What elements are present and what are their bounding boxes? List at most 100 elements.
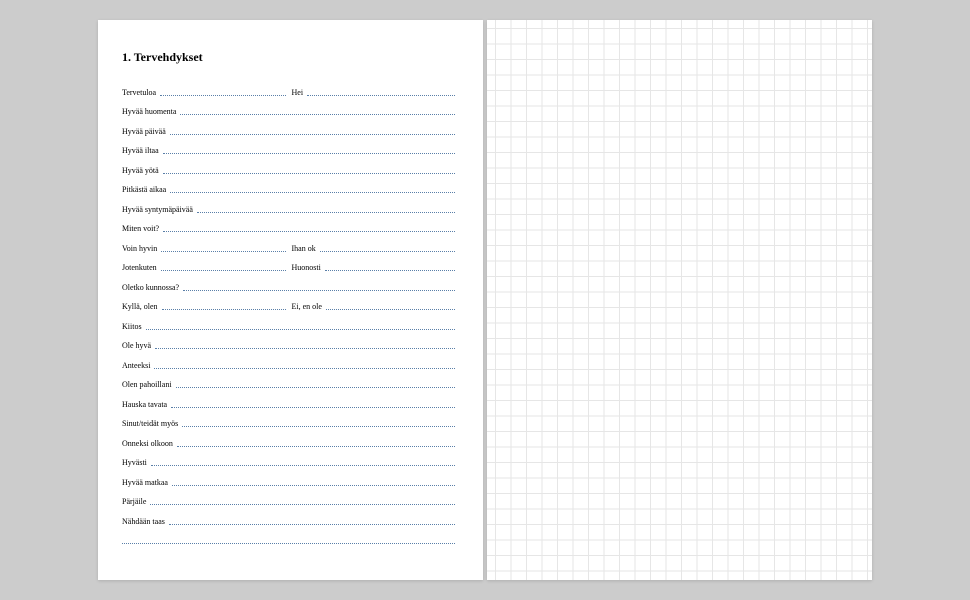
term-label: Kyllä, olen [122, 303, 158, 313]
vocab-row: Onneksi olkoon [122, 430, 455, 450]
vocab-row: Anteeksi [122, 352, 455, 372]
term-label: Onneksi olkoon [122, 440, 173, 450]
term-label: Ihan ok [292, 245, 316, 255]
entry: Ole hyvä [122, 342, 455, 352]
dotted-line [162, 309, 286, 310]
dotted-line [176, 387, 455, 388]
term-label: Oletko kunnossa? [122, 284, 179, 294]
vocab-row: Pitkästä aikaa [122, 177, 455, 197]
vocab-row: Ole hyvä [122, 333, 455, 353]
entry: Hyvästi [122, 459, 455, 469]
dotted-line [180, 114, 455, 115]
entry: Hauska tavata [122, 401, 455, 411]
entry: Tervetuloa [122, 89, 286, 99]
vocab-row: Nähdään taas [122, 508, 455, 528]
dotted-line [171, 407, 455, 408]
dotted-line [326, 309, 455, 310]
vocab-row: Jotenkuten Huonosti [122, 255, 455, 275]
entry: Sinut/teidät myös [122, 420, 455, 430]
vocab-row: Oletko kunnossa? [122, 274, 455, 294]
term-label: Voin hyvin [122, 245, 157, 255]
entry: Kyllä, olen [122, 303, 286, 313]
blank-line [122, 543, 455, 547]
vocabulary-list: Tervetuloa Hei Hyvää huomenta Hyvää päivää H… [122, 79, 455, 547]
vocab-row: Miten voit? [122, 216, 455, 236]
dotted-line [163, 153, 455, 154]
dotted-line [325, 270, 455, 271]
term-label: Pärjäile [122, 498, 146, 508]
term-label: Sinut/teidät myös [122, 420, 178, 430]
dotted-line [155, 348, 455, 349]
term-label: Miten voit? [122, 225, 159, 235]
term-label: Ei, en ole [292, 303, 322, 313]
dotted-line [151, 465, 455, 466]
vocab-row: Olen pahoillani [122, 372, 455, 392]
term-label: Hyvää iltaa [122, 147, 159, 157]
vocab-row: Hyvää syntymäpäivää [122, 196, 455, 216]
dotted-line [183, 290, 455, 291]
entry: Huonosti [292, 264, 456, 274]
entry: Hyvää huomenta [122, 108, 455, 118]
entry: Nähdään taas [122, 518, 455, 528]
term-label: Tervetuloa [122, 89, 156, 99]
term-label: Hauska tavata [122, 401, 167, 411]
entry: Olen pahoillani [122, 381, 455, 391]
dotted-line [177, 446, 455, 447]
entry: Pärjäile [122, 498, 455, 508]
term-label: Ole hyvä [122, 342, 151, 352]
dotted-line [307, 95, 455, 96]
dotted-line [161, 270, 286, 271]
dotted-line [197, 212, 455, 213]
term-label: Hyvää yötä [122, 167, 159, 177]
entry: Oletko kunnossa? [122, 284, 455, 294]
vocab-row: Hyvää matkaa [122, 469, 455, 489]
vocab-row: Hyvää huomenta [122, 99, 455, 119]
entry: Ei, en ole [292, 303, 456, 313]
entry: Ihan ok [292, 245, 456, 255]
page-spread: 1. Tervehdykset Tervetuloa Hei Hyvää huome… [98, 20, 872, 580]
entry: Voin hyvin [122, 245, 286, 255]
vocab-row: Hyvää yötä [122, 157, 455, 177]
term-label: Kiitos [122, 323, 142, 333]
entry: Hyvää päivää [122, 128, 455, 138]
term-label: Hyvää matkaa [122, 479, 168, 489]
term-label: Anteeksi [122, 362, 150, 372]
term-label: Hyvää huomenta [122, 108, 176, 118]
dotted-line [160, 95, 285, 96]
dotted-line [161, 251, 285, 252]
entry: Hyvää yötä [122, 167, 455, 177]
vocab-row: Hauska tavata [122, 391, 455, 411]
dotted-line [170, 192, 455, 193]
vocab-row: Tervetuloa Hei [122, 79, 455, 99]
right-page-grid [487, 20, 872, 580]
dotted-line [163, 231, 455, 232]
dotted-line [170, 134, 455, 135]
dotted-line [146, 329, 455, 330]
entry: Hyvää iltaa [122, 147, 455, 157]
term-label: Jotenkuten [122, 264, 157, 274]
entry: Hei [292, 89, 456, 99]
term-label: Hei [292, 89, 304, 99]
section-heading: 1. Tervehdykset [122, 50, 455, 65]
dotted-line [320, 251, 455, 252]
dotted-line [154, 368, 455, 369]
left-page: 1. Tervehdykset Tervetuloa Hei Hyvää huome… [98, 20, 483, 580]
entry: Onneksi olkoon [122, 440, 455, 450]
vocab-row: Hyvästi [122, 450, 455, 470]
vocab-row: Pärjäile [122, 489, 455, 509]
vocab-row: Voin hyvin Ihan ok [122, 235, 455, 255]
vocab-row: Kyllä, olen Ei, en ole [122, 294, 455, 314]
dotted-line [182, 426, 455, 427]
vocab-row: Hyvää iltaa [122, 138, 455, 158]
dotted-line [150, 504, 455, 505]
term-label: Pitkästä aikaa [122, 186, 166, 196]
term-label: Olen pahoillani [122, 381, 172, 391]
term-label: Hyvästi [122, 459, 147, 469]
dotted-line [169, 524, 455, 525]
entry: Jotenkuten [122, 264, 286, 274]
dotted-line [172, 485, 455, 486]
term-label: Hyvää syntymäpäivää [122, 206, 193, 216]
entry: Anteeksi [122, 362, 455, 372]
term-label: Nähdään taas [122, 518, 165, 528]
term-label: Hyvää päivää [122, 128, 166, 138]
